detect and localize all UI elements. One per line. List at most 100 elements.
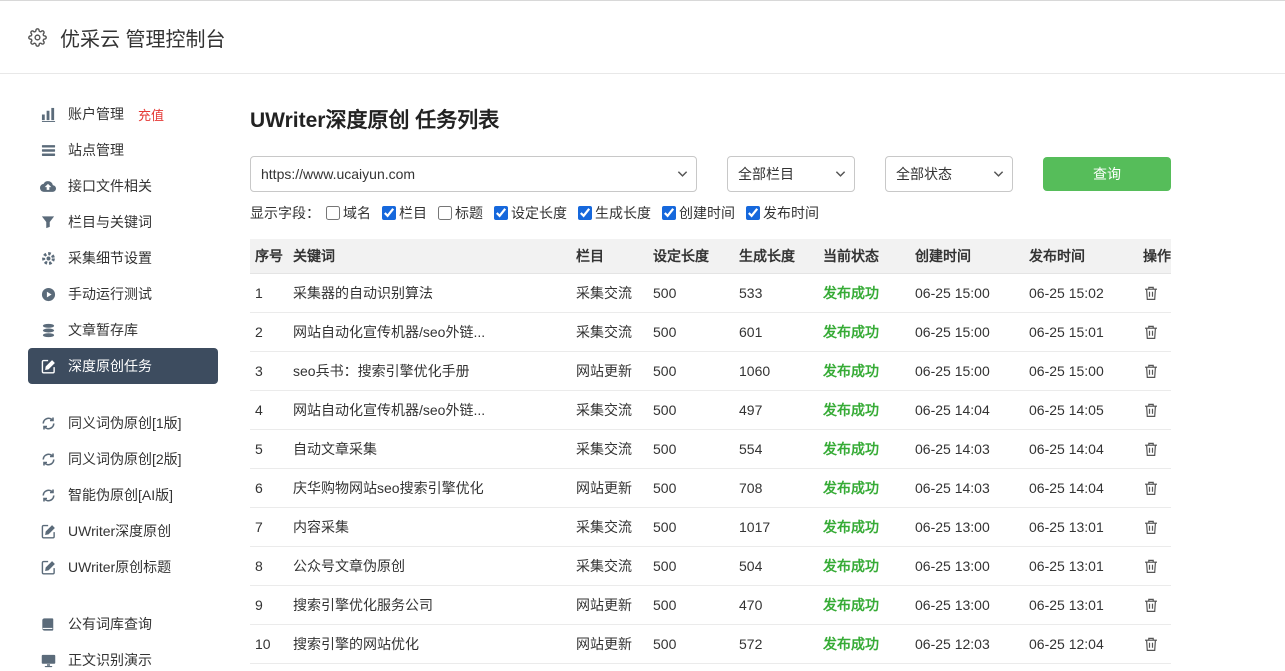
trash-icon[interactable] [1143, 480, 1159, 496]
sidebar-item-public-dictionary-query[interactable]: 公有词库查询 [28, 606, 218, 642]
table-row: 8 公众号文章伪原创 采集交流 500 504 发布成功 06-25 13:00… [250, 546, 1171, 585]
cell-status: 发布成功 [818, 273, 910, 312]
cell-publish-time: 06-25 15:02 [1024, 273, 1138, 312]
field-checkbox-label: 域名 [343, 203, 371, 223]
field-checkbox[interactable] [326, 206, 340, 220]
sidebar-item-account-management[interactable]: 账户管理充值 [28, 96, 218, 132]
cell-no: 6 [250, 468, 288, 507]
sidebar-item-manual-run-test[interactable]: 手动运行测试 [28, 276, 218, 312]
cell-created-time: 06-25 12:03 [910, 624, 1024, 663]
cell-keyword: 网站自动化宣传机器/seo外链... [288, 390, 571, 429]
recharge-badge[interactable]: 充值 [138, 105, 164, 124]
cell-column: 网站更新 [571, 468, 648, 507]
display-fields-row: 显示字段： 域名 栏目标题设定长度 生成长度 创建时间发布时间 [250, 203, 1171, 223]
field-checkbox-label: 栏目 [399, 203, 427, 223]
cell-keyword: 搜索引擎优化服务公司 [288, 585, 571, 624]
display-fields-label: 显示字段： [250, 203, 320, 223]
site-select-wrap: https://www.ucaiyun.com [250, 156, 697, 192]
sidebar-item-label: 深度原创任务 [68, 356, 152, 376]
cell-column: 网站更新 [571, 351, 648, 390]
cell-gen-length: 554 [734, 429, 818, 468]
cell-no: 3 [250, 351, 288, 390]
sidebar-item-article-storage[interactable]: 文章暂存库 [28, 312, 218, 348]
sidebar-item-collection-detail-settings[interactable]: 采集细节设置 [28, 240, 218, 276]
sidebar-item-site-management[interactable]: 站点管理 [28, 132, 218, 168]
trash-icon[interactable] [1143, 402, 1159, 418]
sidebar-item-label: UWriter原创标题 [68, 557, 171, 577]
sidebar-item-synonym-rewrite-v2[interactable]: 同义词伪原创[2版] [28, 441, 218, 477]
trash-icon[interactable] [1143, 285, 1159, 301]
cell-status: 发布成功 [818, 468, 910, 507]
cell-status: 发布成功 [818, 507, 910, 546]
cell-set-length: 500 [648, 468, 734, 507]
field-option-4[interactable]: 生成长度 [578, 203, 651, 223]
cell-created-time: 06-25 14:03 [910, 468, 1024, 507]
cell-created-time: 06-25 14:03 [910, 429, 1024, 468]
field-checkbox[interactable] [438, 206, 452, 220]
sidebar-item-synonym-rewrite-v1[interactable]: 同义词伪原创[1版] [28, 405, 218, 441]
field-checkbox-label: 生成长度 [595, 203, 651, 223]
trash-icon[interactable] [1143, 363, 1159, 379]
bar-chart-icon [40, 106, 56, 122]
field-checkbox[interactable] [382, 206, 396, 220]
refresh-icon [40, 415, 56, 431]
trash-icon[interactable] [1143, 636, 1159, 652]
trash-icon[interactable] [1143, 324, 1159, 340]
sidebar-item-uwriter-deep-original[interactable]: UWriter深度原创 [28, 513, 218, 549]
table-row: 9 搜索引擎优化服务公司 网站更新 500 470 发布成功 06-25 13:… [250, 585, 1171, 624]
sidebar-item-columns-keywords[interactable]: 栏目与关键词 [28, 204, 218, 240]
cell-gen-length: 1017 [734, 507, 818, 546]
sidebar-item-interface-files[interactable]: 接口文件相关 [28, 168, 218, 204]
cell-keyword: 公众号文章伪原创 [288, 546, 571, 585]
cell-status: 发布成功 [818, 624, 910, 663]
field-option-3[interactable]: 设定长度 [494, 203, 567, 223]
cell-no: 7 [250, 507, 288, 546]
field-option-0[interactable]: 域名 [326, 203, 371, 223]
field-option-6[interactable]: 发布时间 [746, 203, 819, 223]
cell-no: 8 [250, 546, 288, 585]
sidebar-item-content-recognition-demo[interactable]: 正文识别演示 [28, 642, 218, 671]
sidebar-item-label: 接口文件相关 [68, 176, 152, 196]
cell-keyword: 庆华购物网站seo搜索引擎优化 [288, 468, 571, 507]
trash-icon[interactable] [1143, 558, 1159, 574]
field-checkbox[interactable] [746, 206, 760, 220]
column-select[interactable]: 全部栏目 [727, 156, 855, 192]
cell-status: 发布成功 [818, 585, 910, 624]
field-option-5[interactable]: 创建时间 [662, 203, 735, 223]
edit-icon [40, 559, 56, 575]
gear-icon [28, 28, 47, 47]
cell-publish-time: 06-25 15:00 [1024, 351, 1138, 390]
sidebar-item-ai-rewrite[interactable]: 智能伪原创[AI版] [28, 477, 218, 513]
trash-icon[interactable] [1143, 441, 1159, 457]
cell-set-length: 500 [648, 624, 734, 663]
status-select[interactable]: 全部状态 [885, 156, 1013, 192]
sidebar-item-label: 站点管理 [68, 140, 124, 160]
sidebar-group-main: 账户管理充值站点管理接口文件相关栏目与关键词采集细节设置手动运行测试文章暂存库深… [0, 96, 250, 384]
field-option-2[interactable]: 标题 [438, 203, 483, 223]
field-checkbox-label: 创建时间 [679, 203, 735, 223]
trash-icon[interactable] [1143, 519, 1159, 535]
field-checkbox[interactable] [494, 206, 508, 220]
cell-column: 采集交流 [571, 273, 648, 312]
field-option-1[interactable]: 栏目 [382, 203, 427, 223]
table-row: 7 内容采集 采集交流 500 1017 发布成功 06-25 13:00 06… [250, 507, 1171, 546]
cell-set-length: 500 [648, 429, 734, 468]
cell-actions [1138, 312, 1171, 351]
site-select[interactable]: https://www.ucaiyun.com [250, 156, 697, 192]
table-row: 2 网站自动化宣传机器/seo外链... 采集交流 500 601 发布成功 0… [250, 312, 1171, 351]
sidebar-item-uwriter-original-title[interactable]: UWriter原创标题 [28, 549, 218, 585]
field-checkbox[interactable] [578, 206, 592, 220]
monitor-icon [40, 652, 56, 668]
cell-status: 发布成功 [818, 390, 910, 429]
cell-gen-length: 601 [734, 312, 818, 351]
cell-set-length: 500 [648, 585, 734, 624]
table-row: 6 庆华购物网站seo搜索引擎优化 网站更新 500 708 发布成功 06-2… [250, 468, 1171, 507]
task-table-body: 1 采集器的自动识别算法 采集交流 500 533 发布成功 06-25 15:… [250, 273, 1171, 663]
sidebar-item-deep-original-task[interactable]: 深度原创任务 [28, 348, 218, 384]
query-button[interactable]: 查询 [1043, 157, 1171, 191]
field-checkbox[interactable] [662, 206, 676, 220]
cell-keyword: 网站自动化宣传机器/seo外链... [288, 312, 571, 351]
col-header-set-length: 设定长度 [648, 239, 734, 273]
cell-actions [1138, 273, 1171, 312]
trash-icon[interactable] [1143, 597, 1159, 613]
